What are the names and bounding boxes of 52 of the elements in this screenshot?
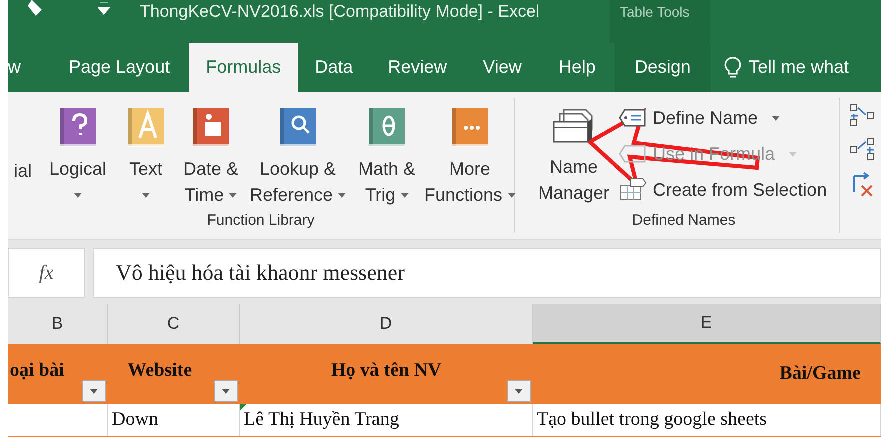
defined-name-command[interactable]: Create from Selection [619,172,828,208]
question-book-icon [58,106,98,150]
function-button[interactable]: Lookup & Reference [248,98,348,208]
ribbon-tab[interactable]: Help [540,43,615,92]
caret-icon[interactable] [98,2,110,16]
lightbulb-icon [722,56,743,80]
function-button[interactable]: Date & Time [174,98,248,208]
ribbon-tab[interactable]: Review [370,43,466,92]
window-title: ThongKeCV-NV2016.xls [Compatibility Mode] - Excel [140,2,541,22]
function-button[interactable]: ial [8,98,38,184]
ribbon-tab[interactable]: Data [298,43,370,92]
context-label: Table Tools [620,4,690,20]
table-tag-icon [619,178,647,202]
ribbon-tab[interactable]: w [8,43,50,92]
ribbon-tab[interactable]: View [465,43,540,92]
filter-button[interactable] [82,380,106,402]
calendar-book-icon [191,106,231,150]
tag-icon [619,144,647,164]
caret-icon [90,388,98,394]
function-button[interactable]: More Functions [426,98,514,208]
header-text: Website [128,360,192,382]
formula-input[interactable]: Vô hiệu hóa tài khaonr messener [93,248,881,298]
defined-name-command[interactable]: Define Name [619,100,828,136]
ribbon-tab[interactable]: Formulas [189,43,298,92]
letter-book-icon [126,106,166,150]
table-cell: Tạo bullet trong google sheets [537,409,768,431]
trace-arrows-icon[interactable] [850,138,876,162]
ribbon-tab[interactable]: Design [614,43,711,92]
function-button[interactable]: Math & Trig [348,98,426,208]
header-text: Bài/Game [780,363,861,385]
header-text: oại bài [10,360,64,382]
filter-button[interactable] [214,380,238,402]
name-manager-button[interactable]: Name Manager [529,98,619,206]
tell-me-field[interactable]: Tell me what [710,43,861,92]
insert-function-button[interactable]: fx [8,248,85,298]
trace-arrows-icon[interactable] [850,104,876,128]
table-cell: Down [112,409,158,431]
magnifier-book-icon [278,106,318,150]
caret-icon [222,388,230,394]
dots-book-icon [450,106,490,150]
tag-icon [619,108,647,128]
function-button[interactable]: Logical [38,98,118,208]
table-cell: Lê Thị Huyền Trang [244,409,400,431]
column-header[interactable]: E [533,304,881,344]
theta-book-icon [367,106,407,150]
group-label: Function Library [207,212,315,229]
filter-button[interactable] [507,380,531,402]
caret-icon [515,388,523,394]
group-label: Defined Names [632,212,736,229]
header-text: Họ và tên NV [331,360,442,382]
ribbon-tab[interactable]: Page Layout [50,43,190,92]
function-button[interactable]: Text [118,98,174,208]
